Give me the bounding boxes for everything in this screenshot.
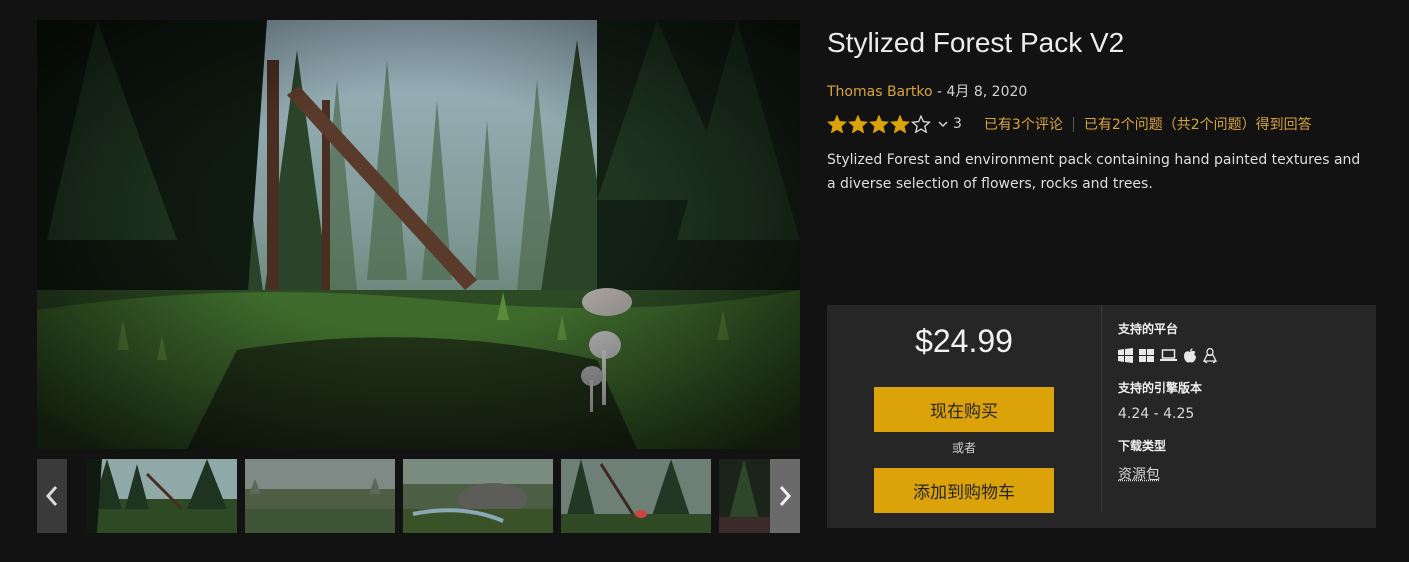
- download-type[interactable]: 资源包: [1118, 464, 1160, 484]
- engine-versions-heading: 支持的引擎版本: [1118, 381, 1203, 395]
- buy-now-button[interactable]: 现在购买: [874, 387, 1054, 432]
- thumbnail-2[interactable]: [245, 459, 395, 533]
- star-filled-icon: [890, 115, 910, 133]
- reviews-link[interactable]: 已有3个评论: [984, 114, 1063, 134]
- laptop-icon: [1160, 349, 1177, 361]
- chevron-right-icon: [779, 486, 792, 506]
- star-filled-icon: [848, 115, 868, 133]
- or-label: 或者: [951, 441, 976, 455]
- author-link[interactable]: Thomas Bartko: [827, 84, 933, 100]
- divider: [1072, 116, 1074, 132]
- chevron-left-icon: [45, 486, 58, 506]
- rating-row: 3 已有3个评论 已有2个问题（共2个问题）得到回答: [827, 114, 1312, 134]
- star-filled-icon: [869, 115, 889, 133]
- apple-icon: [1184, 348, 1196, 363]
- linux-icon: [1203, 348, 1217, 364]
- questions-link[interactable]: 已有2个问题（共2个问题）得到回答: [1084, 114, 1312, 134]
- thumbnail-5[interactable]: [719, 459, 770, 533]
- gallery-prev-button[interactable]: [37, 459, 67, 533]
- platforms-heading: 支持的平台: [1118, 322, 1179, 336]
- add-to-cart-button[interactable]: 添加到购物车: [874, 468, 1054, 513]
- product-title: Stylized Forest Pack V2: [827, 27, 1125, 58]
- windows-icon: [1118, 348, 1133, 363]
- windows-icon: [1139, 349, 1154, 362]
- product-meta: Thomas Bartko - 4月 8, 2020: [827, 81, 1027, 101]
- product-description: Stylized Forest and environment pack con…: [827, 152, 1361, 192]
- thumbnail-gallery: [37, 459, 800, 533]
- star-empty-icon: [911, 115, 931, 133]
- engine-versions: 4.24 - 4.25: [1118, 406, 1195, 422]
- thumbnail-strip: [87, 459, 770, 533]
- platform-icons: [1118, 348, 1217, 364]
- star-rating[interactable]: [827, 115, 932, 133]
- download-type-heading: 下载类型: [1118, 439, 1167, 453]
- thumbnail-4[interactable]: [561, 459, 711, 533]
- release-date: 4月 8, 2020: [946, 84, 1028, 100]
- rating-count: 3: [953, 116, 962, 132]
- panel-divider: [1101, 305, 1102, 512]
- thumbnail-1[interactable]: [87, 459, 237, 533]
- meta-separator: -: [932, 84, 947, 100]
- price: $24.99: [915, 323, 1013, 359]
- gallery-next-button[interactable]: [770, 459, 800, 533]
- star-filled-icon: [827, 115, 847, 133]
- chevron-down-icon[interactable]: [938, 120, 948, 128]
- thumbnail-3[interactable]: [403, 459, 553, 533]
- purchase-panel: $24.99 现在购买 或者 添加到购物车 支持的平台 支持的引擎版本 4.24…: [827, 305, 1376, 528]
- main-preview-image[interactable]: [37, 20, 800, 449]
